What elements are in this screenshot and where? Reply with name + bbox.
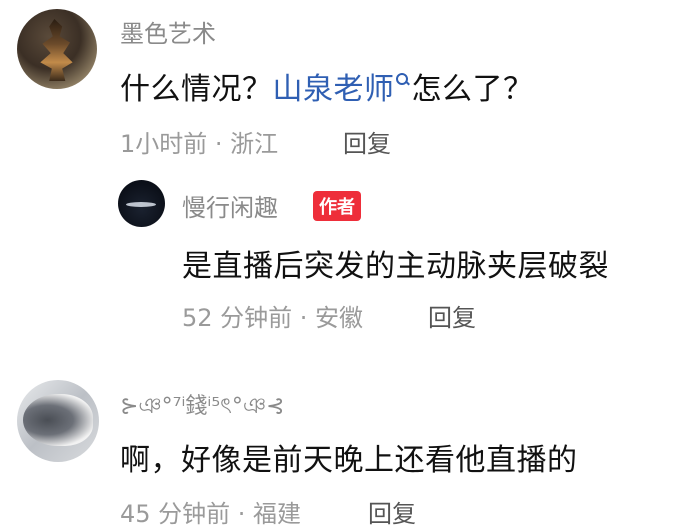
comment-meta: 1小时前 · 浙江 (120, 130, 279, 158)
search-icon[interactable] (395, 73, 410, 87)
reply-button[interactable]: 回复 (428, 298, 476, 333)
avatar[interactable] (118, 180, 165, 227)
comment-username[interactable]: 墨色艺术 (120, 14, 216, 49)
reply-button[interactable]: 回复 (343, 124, 391, 159)
comment-username[interactable]: 慢行闲趣 (182, 188, 278, 223)
comment-meta: 52 分钟前 · 安徽 (182, 304, 364, 332)
comment-text: 什么情况？山泉老师 怎么了？ (120, 64, 534, 108)
comment-meta: 45 分钟前 · 福建 (120, 500, 302, 528)
comment-text-part: 什么情况？ (120, 72, 273, 107)
avatar-image (126, 202, 156, 207)
comment-username[interactable]: ⊱ঞ°⁷ⁱ錢ⁱ⁵ৎ°ঞ⊰ (120, 388, 285, 426)
comment-text: 是直播后突发的主动脉夹层破裂 (182, 249, 609, 284)
avatar[interactable] (17, 9, 97, 89)
author-badge: 作者 (313, 191, 361, 221)
avatar-image (40, 19, 73, 81)
comment-text-part: 怎么了？ (411, 72, 534, 107)
mention-link[interactable]: 山泉老师 (273, 72, 395, 107)
cat-avatar-image (23, 394, 93, 446)
comment-text: 啊，好像是前天晚上还看他直播的 (120, 443, 578, 478)
avatar[interactable] (17, 380, 99, 462)
reply-button[interactable]: 回复 (368, 494, 416, 529)
